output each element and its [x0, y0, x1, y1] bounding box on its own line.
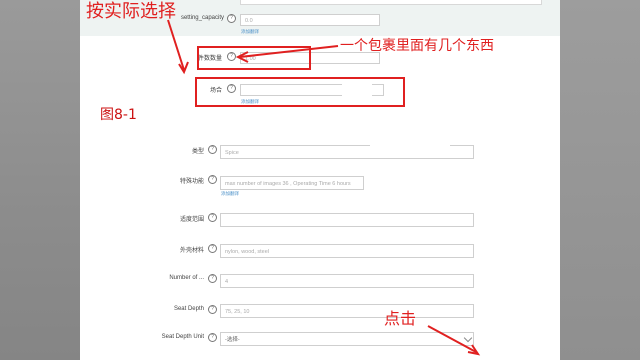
- arrow-left: [239, 45, 339, 58]
- annotation-arrows: [167, 19, 481, 356]
- arrow-click: [427, 325, 477, 353]
- arrow-down: [167, 19, 185, 71]
